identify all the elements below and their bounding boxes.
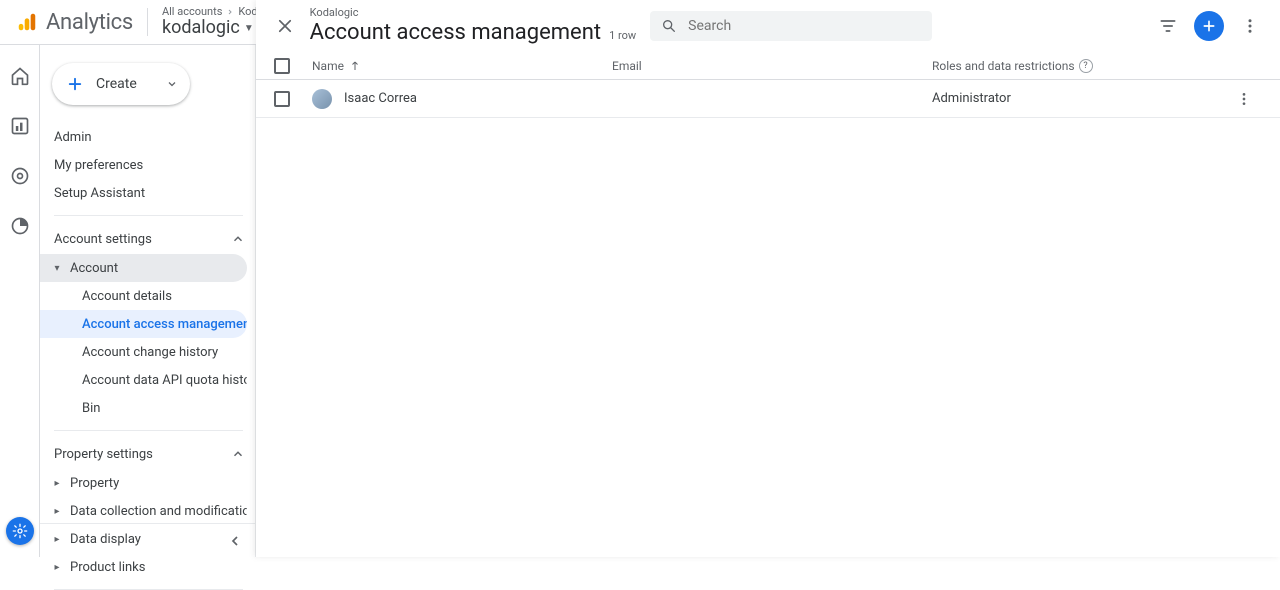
panel-title-block: Kodalogic Account access management 1 ro…	[310, 7, 636, 45]
sidebar-item-account-data-api-quota[interactable]: Account data API quota history	[40, 366, 247, 394]
sidebar-item-label: Property	[70, 476, 119, 491]
settings-fab[interactable]	[6, 517, 34, 545]
column-header-name[interactable]: Name	[312, 59, 612, 73]
sort-ascending-icon	[348, 59, 362, 73]
home-icon[interactable]	[9, 65, 31, 87]
more-options-button[interactable]	[1238, 14, 1262, 38]
panel-actions	[1156, 11, 1262, 41]
sidebar-item-setup-assistant[interactable]: Setup Assistant	[40, 179, 247, 207]
sidebar-group-account-settings[interactable]: Account settings	[40, 224, 255, 254]
advertising-icon[interactable]	[9, 215, 31, 237]
sidebar-item-label: Data collection and modification	[70, 504, 247, 519]
add-user-button[interactable]	[1194, 11, 1224, 41]
table-row[interactable]: Isaac Correa Administrator	[256, 80, 1280, 118]
select-all-checkbox[interactable]	[274, 58, 290, 74]
panel-breadcrumb: Kodalogic	[310, 7, 636, 20]
chevron-up-icon	[229, 445, 247, 463]
sidebar-item-product-links[interactable]: ▸ Product links	[40, 553, 247, 581]
close-button[interactable]	[274, 14, 296, 38]
plus-icon	[1201, 18, 1217, 34]
panel-header: Kodalogic Account access management 1 ro…	[256, 0, 1280, 52]
sidebar-item-label: Account settings	[54, 232, 152, 247]
row-more-button[interactable]	[1232, 87, 1256, 111]
reports-icon[interactable]	[9, 115, 31, 137]
sidebar-item-bin[interactable]: Bin	[40, 394, 247, 422]
column-label: Name	[312, 59, 344, 73]
explore-icon[interactable]	[9, 165, 31, 187]
page-title: Account access management	[310, 20, 601, 45]
sidebar-item-data-collection[interactable]: ▸ Data collection and modification	[40, 497, 247, 525]
avatar	[312, 89, 332, 109]
search-input[interactable]	[688, 18, 922, 34]
divider	[54, 215, 243, 216]
main-panel: Kodalogic Account access management 1 ro…	[256, 0, 1280, 557]
filter-button[interactable]	[1156, 14, 1180, 38]
caret-right-icon: ▸	[50, 506, 64, 517]
sidebar-item-label: Product links	[70, 560, 145, 575]
left-rail	[0, 45, 40, 557]
account-selector-label: kodalogic	[162, 18, 240, 38]
search-field[interactable]	[650, 11, 932, 41]
caret-down-icon: ▼	[244, 23, 254, 34]
chevron-right-icon	[226, 8, 234, 16]
chevron-up-icon	[229, 230, 247, 248]
sidebar-item-admin[interactable]: Admin	[40, 123, 247, 151]
plus-icon	[64, 73, 86, 95]
close-icon	[276, 17, 294, 35]
chevron-down-icon	[166, 78, 178, 90]
product-logo[interactable]: Analytics	[16, 8, 148, 36]
create-button-label: Create	[96, 76, 166, 92]
sidebar-item-my-preferences[interactable]: My preferences	[40, 151, 247, 179]
column-header-role[interactable]: Roles and data restrictions ?	[932, 59, 1232, 73]
filter-icon	[1158, 16, 1178, 36]
sidebar-item-account-change-history[interactable]: Account change history	[40, 338, 247, 366]
table-header: Name Email Roles and data restrictions ?	[256, 52, 1280, 80]
sidebar-group-property-settings[interactable]: Property settings	[40, 439, 255, 469]
caret-right-icon: ▸	[50, 562, 64, 573]
more-vertical-icon	[1241, 17, 1259, 35]
column-label: Email	[612, 59, 642, 73]
sidebar-item-account[interactable]: ▾ Account	[40, 254, 247, 282]
select-row-checkbox[interactable]	[274, 91, 290, 107]
admin-sidebar: Create Admin My preferences Setup Assist…	[40, 45, 256, 557]
collapse-sidebar-button[interactable]	[40, 523, 255, 557]
sidebar-item-account-access-management[interactable]: Account access management	[40, 310, 247, 338]
sidebar-item-label: Account	[70, 261, 118, 276]
caret-right-icon: ▸	[50, 478, 64, 489]
sidebar-item-label: Property settings	[54, 447, 153, 462]
users-table: Name Email Roles and data restrictions ?…	[256, 52, 1280, 118]
column-header-email[interactable]: Email	[612, 59, 932, 73]
row-count: 1 row	[609, 30, 636, 43]
sidebar-item-property[interactable]: ▸ Property	[40, 469, 247, 497]
sidebar-item-account-details[interactable]: Account details	[40, 282, 247, 310]
divider	[54, 430, 243, 431]
search-icon	[660, 17, 678, 35]
product-name: Analytics	[46, 10, 133, 35]
user-name: Isaac Correa	[344, 91, 417, 106]
help-icon[interactable]: ?	[1079, 59, 1093, 73]
create-button[interactable]: Create	[52, 63, 190, 105]
analytics-logo-icon	[16, 11, 38, 33]
column-label: Roles and data restrictions	[932, 59, 1075, 73]
more-vertical-icon	[1236, 91, 1252, 107]
caret-down-icon: ▾	[50, 263, 64, 274]
user-role: Administrator	[932, 91, 1011, 106]
gear-icon	[12, 523, 28, 539]
chevron-left-icon	[227, 533, 243, 549]
